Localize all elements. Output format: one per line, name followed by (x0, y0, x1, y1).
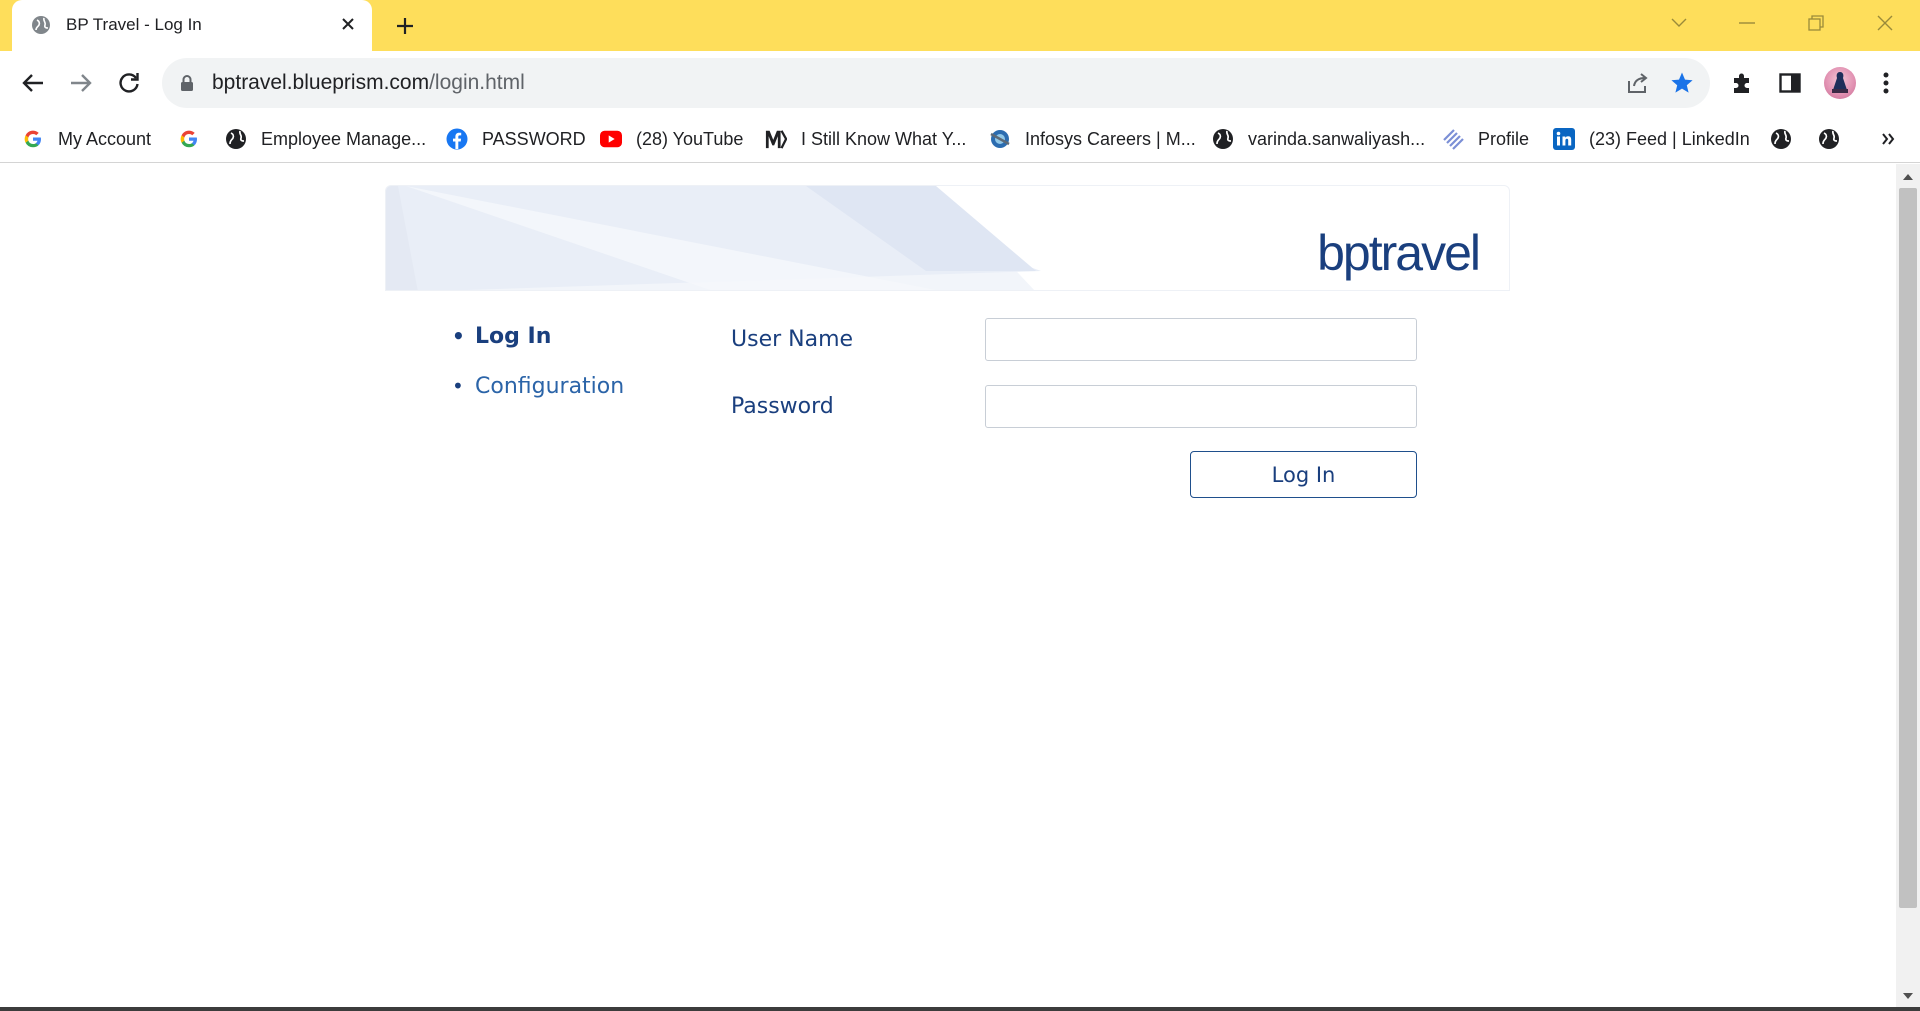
bookmark-label: varinda.sanwaliyash... (1248, 128, 1426, 149)
password-label: Password (731, 394, 834, 419)
facebook-icon (446, 128, 468, 150)
tab-search-icon[interactable] (1664, 10, 1694, 36)
bookmark-label: Employee Manage... (261, 128, 427, 149)
bookmark-varinda[interactable]: varinda.sanwaliyash... (1212, 126, 1425, 152)
infosys-icon (989, 128, 1011, 150)
profile-avatar[interactable] (1824, 67, 1856, 99)
scroll-up-arrow-icon[interactable] (1896, 166, 1920, 186)
browser-toolbar: bptravel.blueprism.com/login.html (0, 51, 1920, 115)
bookmarks-bar: My Account Employee Manage... PASSWORD (… (0, 115, 1920, 163)
login-button[interactable]: Log In (1190, 451, 1417, 498)
youtube-icon (600, 128, 622, 150)
close-tab-icon[interactable] (336, 12, 360, 36)
more-menu-icon[interactable] (1871, 68, 1901, 98)
google-icon (22, 128, 44, 150)
header-banner: bptravel (385, 185, 1510, 291)
share-icon[interactable] (1625, 70, 1651, 96)
url-text[interactable]: bptravel.blueprism.com/login.html (212, 71, 525, 95)
bookmark-label: (23) Feed | LinkedIn (1589, 128, 1750, 149)
bookmark-profile[interactable]: Profile (1442, 126, 1529, 152)
bookmark-infosys-careers[interactable]: Infosys Careers | M... (989, 126, 1196, 152)
bookmark-star-icon[interactable] (1669, 70, 1695, 96)
back-arrow-icon[interactable] (16, 66, 50, 100)
reload-icon[interactable] (112, 66, 146, 100)
google-icon (178, 128, 200, 150)
active-tab[interactable]: BP Travel - Log In (12, 0, 372, 51)
side-menu: Log In Configuration (452, 324, 624, 424)
mx-logo-icon (765, 128, 787, 150)
username-label: User Name (731, 327, 854, 352)
bookmark-globe-1[interactable] (1770, 126, 1792, 152)
tab-strip: BP Travel - Log In (0, 0, 1920, 51)
bookmark-label: PASSWORD (482, 128, 586, 149)
forward-arrow-icon[interactable] (64, 66, 98, 100)
bookmark-label: (28) YouTube (636, 128, 744, 149)
extensions-puzzle-icon[interactable] (1728, 68, 1758, 98)
globe-icon (1212, 128, 1234, 150)
side-panel-icon[interactable] (1775, 68, 1805, 98)
bookmark-youtube[interactable]: (28) YouTube (600, 126, 743, 152)
restore-icon[interactable] (1801, 10, 1831, 36)
lock-icon[interactable] (180, 74, 194, 92)
bptravel-logo: bptravel (1317, 225, 1481, 281)
bookmark-label: My Account (58, 128, 152, 149)
bookmark-employee-manage[interactable]: Employee Manage... (225, 126, 426, 152)
bookmark-label: Profile (1478, 128, 1530, 149)
address-bar[interactable]: bptravel.blueprism.com/login.html (162, 58, 1710, 108)
new-tab-button[interactable] (391, 12, 419, 40)
tab-title: BP Travel - Log In (66, 15, 202, 34)
bookmark-linkedin[interactable]: (23) Feed | LinkedIn (1553, 126, 1750, 152)
scrollbar-thumb[interactable] (1899, 188, 1917, 908)
globe-icon (225, 128, 247, 150)
linkedin-icon (1553, 128, 1575, 150)
globe-icon (1818, 128, 1840, 150)
bookmark-my-account[interactable]: My Account (22, 126, 151, 152)
scroll-down-arrow-icon[interactable] (1896, 986, 1920, 1006)
username-input[interactable] (985, 318, 1417, 361)
bookmark-i-still-know[interactable]: I Still Know What Y... (765, 126, 966, 152)
bookmark-globe-2[interactable] (1818, 126, 1840, 152)
close-window-icon[interactable] (1870, 10, 1900, 36)
globe-icon (31, 15, 51, 35)
page-viewport: bptravel Log In Configuration User Name … (0, 164, 1896, 1007)
bookmark-label: Infosys Careers | M... (1025, 128, 1196, 149)
stripes-icon (1442, 128, 1464, 150)
bookmarks-overflow-chevron-icon[interactable] (1877, 126, 1899, 152)
window-bottom-edge (0, 1007, 1920, 1011)
globe-icon (1770, 128, 1792, 150)
menu-item-configuration[interactable]: Configuration (452, 374, 624, 424)
bookmark-google[interactable] (178, 126, 200, 152)
bookmark-password[interactable]: PASSWORD (446, 126, 586, 152)
bookmark-label: I Still Know What Y... (801, 128, 967, 149)
menu-item-login: Log In (452, 324, 624, 374)
password-input[interactable] (985, 385, 1417, 428)
minimize-icon[interactable] (1732, 10, 1762, 36)
